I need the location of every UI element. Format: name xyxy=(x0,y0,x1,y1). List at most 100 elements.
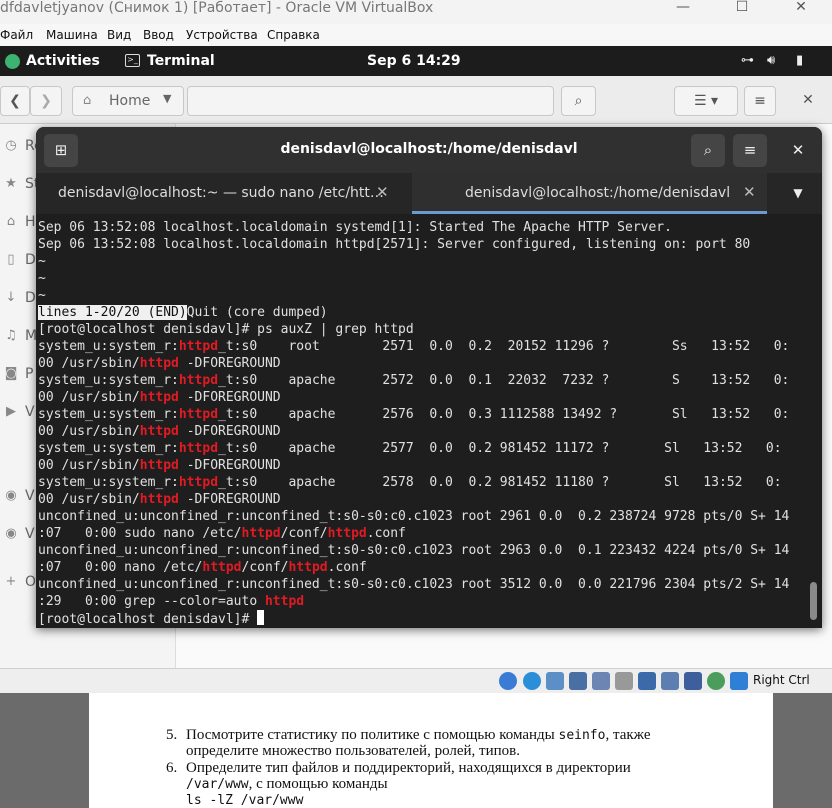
menu-help[interactable]: Справка xyxy=(267,28,320,42)
terminal-text: httpd xyxy=(139,356,179,371)
terminal-text: [root@localhost denisdavl]# ps auxZ | gr… xyxy=(38,322,414,337)
terminal-text: httpd xyxy=(241,526,281,541)
terminal-text: httpd xyxy=(264,594,305,609)
menu-file[interactable]: Файл xyxy=(0,28,33,42)
close-button[interactable]: ✕ xyxy=(786,0,816,16)
terminal-text: httpd xyxy=(178,339,219,354)
terminal-text: :07 0:00 sudo nano /etc/ xyxy=(38,526,242,541)
tab-close-icon[interactable]: ✕ xyxy=(743,183,756,201)
view-options-button[interactable]: ☰ ▾ xyxy=(674,86,738,116)
volume-icon[interactable]: 🔊︎ xyxy=(767,53,775,68)
terminal-scrollbar[interactable] xyxy=(810,582,817,620)
menu-machine[interactable]: Машина xyxy=(46,28,98,42)
guest-display: Activities >_ Terminal Sep 6 14:29 ⊶ 🔊︎ … xyxy=(0,46,832,668)
terminal-line: Sep 06 13:52:08 localhost.localdomain ht… xyxy=(38,236,789,253)
virtualization-icon[interactable] xyxy=(684,672,702,690)
menu-input[interactable]: Ввод xyxy=(143,28,174,42)
clock[interactable]: Sep 6 14:29 xyxy=(367,53,461,69)
minimize-button[interactable]: — xyxy=(668,0,698,16)
camera-icon: ◙ xyxy=(4,366,18,381)
audio-icon[interactable] xyxy=(546,672,564,690)
usb-icon[interactable] xyxy=(592,672,610,690)
network-icon[interactable]: ⊶ xyxy=(741,53,754,68)
terminal-line: :07 0:00 sudo nano /etc/httpd/conf/httpd… xyxy=(38,525,789,542)
terminal-tab-1[interactable]: denisdavl@localhost:~ — sudo nano /etc/h… xyxy=(36,173,411,214)
terminal-line: unconfined_u:unconfined_r:unconfined_t:s… xyxy=(38,508,789,525)
activities-button[interactable]: Activities xyxy=(26,53,100,69)
search-icon: ⌕ xyxy=(574,93,583,109)
tab-list-dropdown[interactable]: ▼ xyxy=(781,181,815,206)
terminal-line: Sep 06 13:52:08 localhost.localdomain sy… xyxy=(38,219,789,236)
terminal-line: ~ xyxy=(38,287,789,304)
files-close-button[interactable]: ✕ xyxy=(792,86,824,116)
optical-drive-icon[interactable] xyxy=(523,672,541,690)
app-menu-label[interactable]: Terminal xyxy=(147,53,215,69)
terminal-text: unconfined_u:unconfined_r:unconfined_t:s… xyxy=(38,577,790,592)
forward-button[interactable]: ❯ xyxy=(30,86,62,116)
menu-button[interactable]: ≡ xyxy=(744,86,776,116)
menu-devices[interactable]: Устройства xyxy=(186,28,258,42)
disc-icon: ◉ xyxy=(5,526,17,541)
path-bar[interactable]: ⌂ Home ▼ xyxy=(72,86,184,116)
terminal-line: [root@localhost denisdavl]# ps auxZ | gr… xyxy=(38,321,789,338)
chevron-down-icon: ▼ xyxy=(793,186,803,200)
video-icon: ▶ xyxy=(6,404,16,419)
network-adapter-icon[interactable] xyxy=(569,672,587,690)
terminal-text: system_u:system_r: xyxy=(38,475,179,490)
terminal-text: -DFOREGROUND xyxy=(178,356,281,371)
recording-icon[interactable] xyxy=(661,672,679,690)
mouse-integration-icon[interactable] xyxy=(730,672,748,690)
hard-disk-icon[interactable] xyxy=(499,672,517,690)
terminal-text: ~ xyxy=(38,254,46,269)
terminal-search-button[interactable]: ⌕ xyxy=(691,134,725,167)
terminal-text: Quit (core dumped) xyxy=(186,305,328,320)
terminal-text: httpd xyxy=(178,441,219,456)
item-6-number: 6. xyxy=(166,760,178,776)
terminal-text: .conf xyxy=(366,526,406,541)
item-5-number: 5. xyxy=(166,727,178,743)
terminal-headerbar: ⊞ denisdavl@localhost:/home/denisdavl ⌕ … xyxy=(36,127,822,173)
file-manager-toolbar: ❮ ❯ ⌂ Home ▼ ⌕ ☰ ▾ ≡ ✕ xyxy=(0,76,832,124)
search-button[interactable]: ⌕ xyxy=(561,86,596,116)
back-button[interactable]: ❮ xyxy=(0,86,30,116)
tab-close-icon[interactable]: ✕ xyxy=(376,183,389,201)
location-field[interactable] xyxy=(187,86,554,116)
terminal-text: Sep 06 13:52:08 localhost.localdomain sy… xyxy=(38,220,672,235)
terminal-line: unconfined_u:unconfined_r:unconfined_t:s… xyxy=(38,542,789,559)
shared-folders-icon[interactable] xyxy=(615,672,633,690)
terminal-text: 00 /usr/sbin/ xyxy=(38,458,140,473)
terminal-line: unconfined_u:unconfined_r:unconfined_t:s… xyxy=(38,576,789,593)
terminal-text: /conf/ xyxy=(280,526,328,541)
terminal-tab-2[interactable]: denisdavl@localhost:/home/denisdavl ✕ xyxy=(412,173,767,214)
item-6-line-2: /var/www, с помощью команды xyxy=(186,776,388,792)
terminal-text: httpd xyxy=(178,475,219,490)
home-icon: ⌂ xyxy=(6,214,16,229)
terminal-text: _t:s0 apache 2576 0.0 0.3 1112588 13492 … xyxy=(218,407,790,422)
disc-icon: ◉ xyxy=(5,488,17,503)
close-icon: ✕ xyxy=(791,141,805,159)
terminal-line: 00 /usr/sbin/httpd -DFOREGROUND xyxy=(38,355,789,372)
terminal-cursor xyxy=(257,610,265,625)
terminal-text: system_u:system_r: xyxy=(38,373,179,388)
battery-icon[interactable]: ▮ xyxy=(796,53,803,68)
maximize-button[interactable]: ☐ xyxy=(727,0,757,16)
terminal-text: system_u:system_r: xyxy=(38,441,179,456)
terminal-line: system_u:system_r:httpd_t:s0 apache 2576… xyxy=(38,406,789,423)
display-icon[interactable] xyxy=(638,672,656,690)
terminal-line: 00 /usr/sbin/httpd -DFOREGROUND xyxy=(38,389,789,406)
star-icon: ★ xyxy=(5,176,17,191)
terminal-window: ⊞ denisdavl@localhost:/home/denisdavl ⌕ … xyxy=(36,127,822,628)
fedora-logo-icon xyxy=(5,54,20,69)
search-icon: ⌕ xyxy=(703,141,713,159)
menu-view[interactable]: Вид xyxy=(107,28,131,42)
terminal-text: -DFOREGROUND xyxy=(178,424,281,439)
terminal-text: httpd xyxy=(178,373,219,388)
host-window-title: dfdavletjyanov (Снимок 1) [Работает] - O… xyxy=(0,0,434,16)
terminal-screen[interactable]: Sep 06 13:52:08 localhost.localdomain sy… xyxy=(36,214,822,628)
guest-additions-icon[interactable] xyxy=(707,672,725,690)
terminal-text: system_u:system_r: xyxy=(38,339,179,354)
terminal-menu-button[interactable]: ≡ xyxy=(733,134,767,167)
item-6-command: ls -lZ /var/www xyxy=(186,793,304,808)
terminal-close-button[interactable]: ✕ xyxy=(781,134,815,167)
terminal-text: httpd xyxy=(139,458,179,473)
